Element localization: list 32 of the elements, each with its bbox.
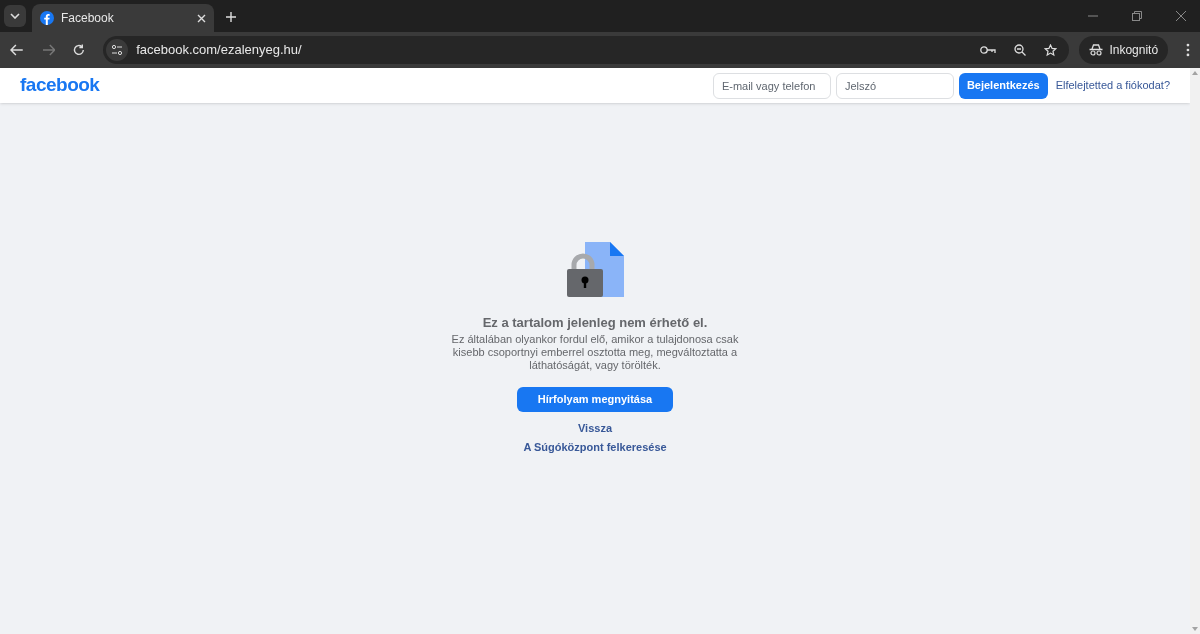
incognito-icon xyxy=(1089,44,1104,56)
more-options-icon[interactable] xyxy=(1186,43,1190,57)
locked-document-icon xyxy=(566,241,624,299)
password-input[interactable]: Jelszó xyxy=(835,72,954,99)
chevron-down-icon xyxy=(10,13,20,19)
open-feed-button[interactable]: Hírfolyam megnyitása xyxy=(517,386,673,412)
restore-icon[interactable] xyxy=(1132,11,1142,21)
login-button[interactable]: Bejelentkezés xyxy=(958,72,1048,99)
incognito-button[interactable]: Inkognitó xyxy=(1079,36,1169,64)
browser-tab[interactable]: Facebook xyxy=(32,4,214,32)
close-icon[interactable] xyxy=(197,13,206,23)
back-arrow-icon[interactable] xyxy=(10,44,24,56)
tab-title: Facebook xyxy=(61,10,115,27)
help-link[interactable]: A Súgóközpont felkeresése xyxy=(523,439,667,456)
address-bar[interactable]: facebook.com/ezalenyeg.hu/ xyxy=(103,36,1070,64)
site-settings-icon[interactable] xyxy=(111,45,124,55)
forward-arrow-icon[interactable] xyxy=(41,44,56,56)
tab-list-button[interactable] xyxy=(4,5,26,27)
back-link[interactable]: Vissza xyxy=(577,419,613,437)
facebook-logo-icon xyxy=(40,11,54,25)
key-icon[interactable] xyxy=(980,45,997,55)
zoom-out-icon[interactable] xyxy=(1014,44,1027,56)
url-text: facebook.com/ezalenyeg.hu/ xyxy=(136,41,303,60)
forgot-account-link[interactable]: Elfelejtetted a fiókodat? xyxy=(1055,77,1170,94)
reload-icon[interactable] xyxy=(73,44,86,56)
error-description: Ez általában olyankor fordul elő, amikor a tulajdonosa csak kisebb csoportnyi emberrel osztotta meg, megváltoztatta a láthatóságát, vagy törölték. xyxy=(450,332,740,372)
close-window-icon[interactable] xyxy=(1176,11,1186,21)
facebook-logo[interactable]: facebook xyxy=(20,71,100,100)
star-icon[interactable] xyxy=(1044,43,1058,57)
new-tab-icon[interactable] xyxy=(226,12,236,22)
email-input[interactable]: E-mail vagy telefon xyxy=(712,72,831,99)
error-heading: Ez a tartalom jelenleg nem érhető el. xyxy=(482,314,708,333)
